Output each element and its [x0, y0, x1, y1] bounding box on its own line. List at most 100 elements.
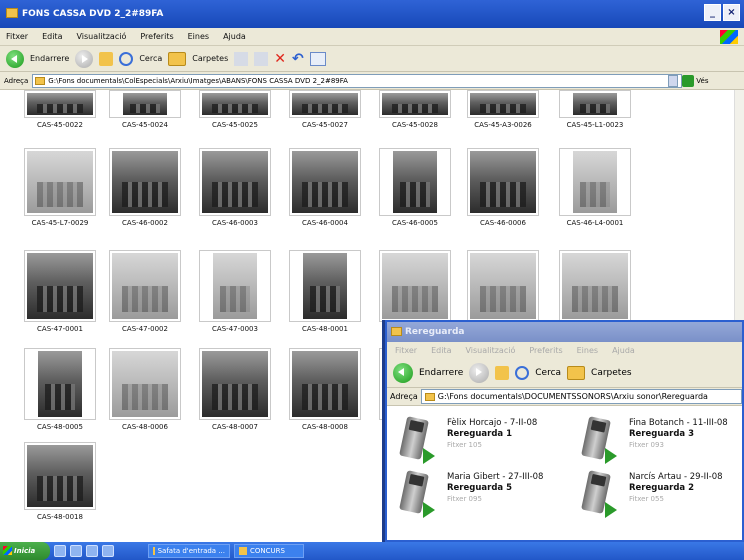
move-to-icon[interactable] — [234, 51, 249, 66]
thumbnail-label[interactable]: CAS-48-0018 — [15, 513, 105, 521]
back-button-label[interactable]: Endarrere — [30, 54, 69, 63]
forward-icon[interactable] — [469, 362, 490, 383]
menu-view[interactable]: Visualització — [76, 32, 126, 41]
thumbnail-label[interactable]: CAS-46-0003 — [190, 219, 280, 227]
thumbnail-item[interactable]: CAS-46-0004 — [280, 148, 370, 227]
quick-launch-icon[interactable] — [70, 545, 82, 557]
thumbnail-label[interactable]: CAS-47-0001 — [15, 325, 105, 333]
thumbnail-label[interactable]: CAS-45-0024 — [100, 121, 190, 129]
thumbnail-item[interactable]: CAS-46-0003 — [190, 148, 280, 227]
address-path[interactable]: G:\Fons documentals\ColEspecials\Arxiu\I… — [48, 77, 348, 85]
thumbnail-label[interactable]: CAS-45-L1-0023 — [550, 121, 640, 129]
search-button-label[interactable]: Cerca — [535, 368, 561, 378]
thumbnail-label[interactable]: CAS-45-0028 — [370, 121, 460, 129]
quick-launch-icon[interactable] — [86, 545, 98, 557]
thumbnail-item[interactable]: CAS-45-0027 — [280, 90, 370, 129]
address-dropdown-icon[interactable] — [668, 74, 679, 87]
thumbnail-label[interactable]: CAS-46-0005 — [370, 219, 460, 227]
thumbnail-label[interactable]: CAS-46-0002 — [100, 219, 190, 227]
taskbar-button[interactable]: CONCURS — [234, 544, 304, 558]
thumbnail-label[interactable]: CAS-48-0007 — [190, 423, 280, 431]
thumbnail-item[interactable]: CAS-48-0006 — [100, 348, 190, 431]
quick-launch-icon[interactable] — [102, 545, 114, 557]
thumbnail-label[interactable]: CAS-45-0022 — [15, 121, 105, 129]
thumbnail-item[interactable]: CAS-45-0028 — [370, 90, 460, 129]
thumbnail-item[interactable]: CAS-46-0005 — [370, 148, 460, 227]
back-icon[interactable] — [6, 49, 24, 68]
thumbnail-label[interactable]: CAS-45-0025 — [190, 121, 280, 129]
thumbnail-item[interactable]: CAS-46-0006 — [458, 148, 548, 227]
search-icon[interactable] — [515, 365, 530, 380]
search-button-label[interactable]: Cerca — [139, 54, 162, 63]
thumbnail-label[interactable]: CAS-45-0027 — [280, 121, 370, 129]
undo-icon[interactable]: ↶ — [292, 51, 304, 67]
go-button[interactable]: Vés — [682, 74, 708, 87]
back-button-label[interactable]: Endarrere — [419, 368, 463, 378]
thumbnail-label[interactable]: CAS-48-0006 — [100, 423, 190, 431]
back-icon[interactable] — [393, 362, 413, 383]
thumbnail-label[interactable]: CAS-48-0005 — [15, 423, 105, 431]
taskbar-button[interactable]: Safata d'entrada ... — [148, 544, 230, 558]
thumbnail-label[interactable]: CAS-47-0003 — [190, 325, 280, 333]
start-button[interactable]: Inicia — [0, 542, 50, 560]
audio-file-item[interactable]: Maria Gibert - 27-III-08 Rereguarda 5 Fi… — [395, 468, 565, 524]
views-icon[interactable] — [309, 51, 326, 66]
menu-favorites[interactable]: Preferits — [140, 32, 173, 41]
rereguarda-window[interactable]: Rereguarda Fitxer Edita Visualització Pr… — [385, 320, 744, 542]
thumbnail-item[interactable]: CAS-45-0024 — [100, 90, 190, 129]
thumbnail-label[interactable]: CAS-48-0008 — [280, 423, 370, 431]
rereguarda-titlebar[interactable]: Rereguarda — [387, 322, 742, 342]
search-icon[interactable] — [119, 51, 134, 66]
thumbnail-item[interactable]: CAS-46-L4-0001 — [550, 148, 640, 227]
menu-view[interactable]: Visualització — [465, 346, 515, 355]
thumbnail-item[interactable]: CAS-48-0005 — [15, 348, 105, 431]
audio-file-item[interactable]: Fèlix Horcajo - 7-II-08 Rereguarda 1 Fit… — [395, 414, 565, 470]
forward-icon[interactable] — [75, 49, 94, 68]
close-button[interactable]: × — [723, 4, 740, 21]
thumbnail-item[interactable]: CAS-48-0001 — [280, 250, 370, 333]
up-folder-icon[interactable] — [495, 365, 510, 380]
thumbnail-item[interactable]: CAS-48-0008 — [280, 348, 370, 431]
thumbnail-item[interactable] — [370, 250, 460, 325]
menu-tools[interactable]: Eines — [188, 32, 209, 41]
menu-tools[interactable]: Eines — [577, 346, 598, 355]
menu-edit[interactable]: Edita — [431, 346, 451, 355]
thumbnail-item[interactable]: CAS-45-A3-0026 — [458, 90, 548, 129]
minimize-button[interactable]: _ — [704, 4, 721, 21]
address-field[interactable]: G:\Fons documentals\DOCUMENTSSONORS\Arxi… — [420, 389, 742, 404]
thumbnail-label[interactable]: CAS-46-0004 — [280, 219, 370, 227]
menu-file[interactable]: Fitxer — [395, 346, 417, 355]
address-path[interactable]: G:\Fons documentals\DOCUMENTSSONORS\Arxi… — [438, 392, 708, 401]
thumbnail-item[interactable]: CAS-47-0002 — [100, 250, 190, 333]
thumbnail-item[interactable] — [458, 250, 548, 325]
folders-button-label[interactable]: Carpetes — [192, 54, 228, 63]
folders-icon[interactable] — [168, 51, 187, 66]
menu-edit[interactable]: Edita — [42, 32, 62, 41]
thumbnail-label[interactable]: CAS-45-L7-0029 — [15, 219, 105, 227]
window-titlebar[interactable]: FONS CASSA DVD 2_2#89FA _ × — [0, 0, 744, 28]
thumbnail-item[interactable]: CAS-47-0001 — [15, 250, 105, 333]
thumbnail-item[interactable]: CAS-45-L1-0023 — [550, 90, 640, 129]
thumbnail-label[interactable]: CAS-45-A3-0026 — [458, 121, 548, 129]
folders-button-label[interactable]: Carpetes — [591, 368, 632, 378]
audio-file-item[interactable]: Fina Botanch - 11-III-08 Rereguarda 3 Fi… — [577, 414, 744, 470]
thumbnail-item[interactable]: CAS-48-0007 — [190, 348, 280, 431]
copy-to-icon[interactable] — [254, 51, 269, 66]
folders-icon[interactable] — [567, 365, 586, 380]
thumbnail-label[interactable]: CAS-46-L4-0001 — [550, 219, 640, 227]
menu-help[interactable]: Ajuda — [223, 32, 246, 41]
thumbnail-item[interactable]: CAS-48-0018 — [15, 442, 105, 521]
thumbnail-label[interactable]: CAS-46-0006 — [458, 219, 548, 227]
audio-file-item[interactable]: Narcís Artau - 29-II-08 Rereguarda 2 Fit… — [577, 468, 744, 524]
thumbnail-item[interactable]: CAS-46-0002 — [100, 148, 190, 227]
thumbnail-item[interactable] — [550, 250, 640, 325]
thumbnail-item[interactable]: CAS-45-0025 — [190, 90, 280, 129]
address-field[interactable]: G:\Fons documentals\ColEspecials\Arxiu\I… — [32, 73, 683, 88]
menu-help[interactable]: Ajuda — [612, 346, 635, 355]
thumbnail-label[interactable]: CAS-48-0001 — [280, 325, 370, 333]
up-folder-icon[interactable] — [99, 51, 114, 66]
quick-launch-icon[interactable] — [54, 545, 66, 557]
menu-file[interactable]: Fitxer — [6, 32, 28, 41]
thumbnail-item[interactable]: CAS-47-0003 — [190, 250, 280, 333]
delete-icon[interactable]: ✕ — [274, 51, 286, 67]
